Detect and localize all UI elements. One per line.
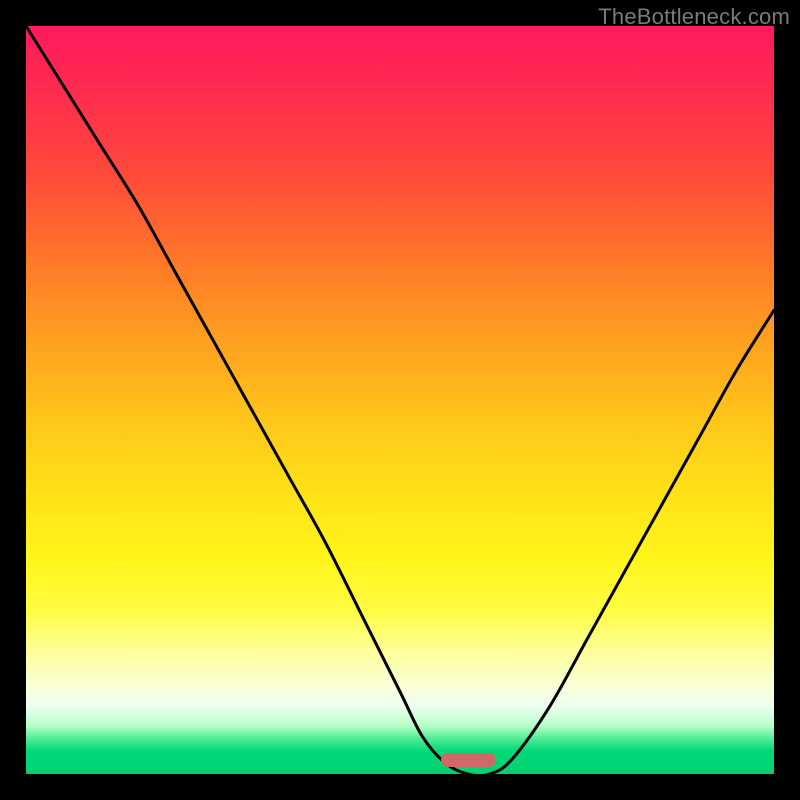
plot-area — [26, 26, 774, 774]
watermark-text: TheBottleneck.com — [598, 4, 790, 30]
bottleneck-curve — [26, 26, 774, 774]
minimum-marker — [441, 753, 496, 767]
chart-frame: TheBottleneck.com — [0, 0, 800, 800]
